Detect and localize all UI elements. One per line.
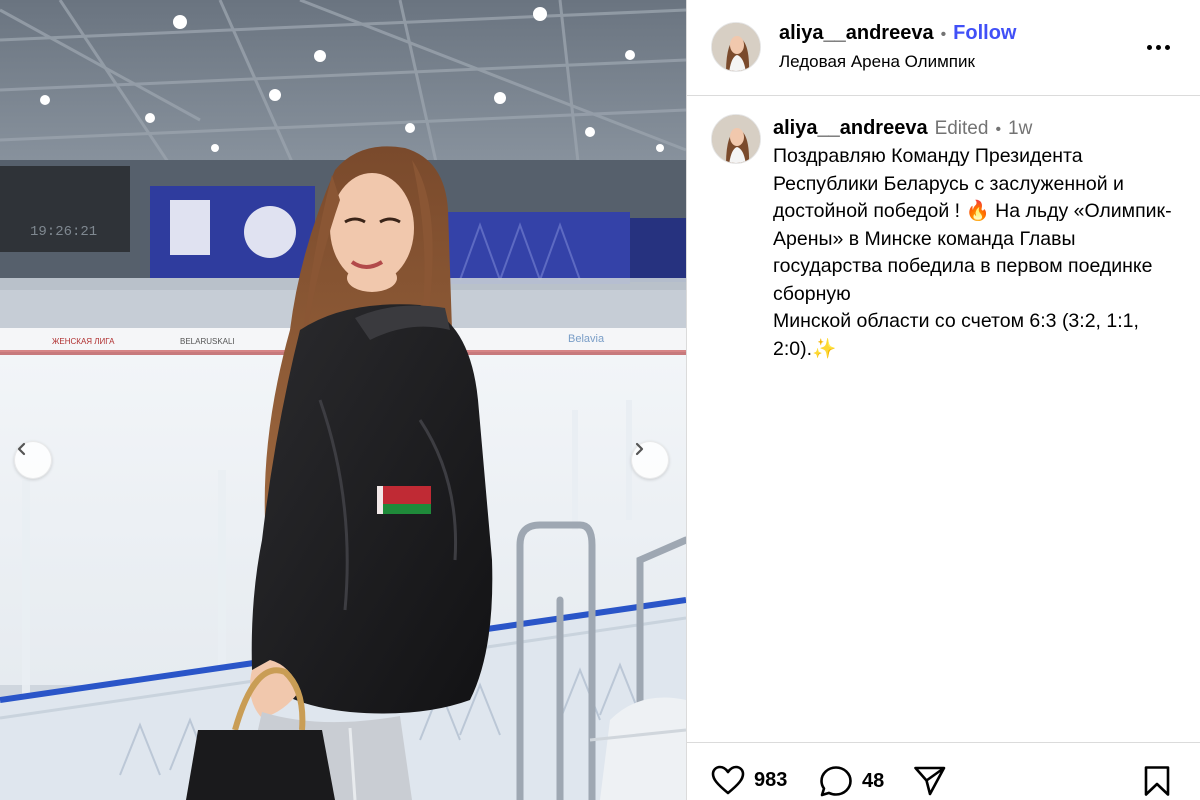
share-icon	[914, 766, 946, 796]
more-dot-icon	[1146, 44, 1152, 50]
caption-text: Поздравляю Команду Президента Республики…	[773, 143, 1183, 363]
like-button[interactable]: 983	[711, 765, 787, 795]
separator-dot: •	[995, 121, 1002, 138]
separator-dot: •	[940, 26, 947, 43]
board-ad-1: ЖЕНСКАЯ ЛИГА	[52, 337, 115, 346]
comment-icon	[820, 766, 852, 797]
caption-username[interactable]: aliya__andreeva	[773, 117, 928, 140]
post-photo: 19:26:21 ЖЕНСКАЯ ЛИГА BELARUSKALI Belavi…	[0, 0, 686, 800]
action-bar: 983 48	[687, 742, 1200, 800]
more-dot-icon	[1164, 44, 1170, 50]
avatar-image	[712, 23, 760, 71]
bookmark-icon	[1144, 766, 1170, 796]
carousel-next-button[interactable]	[631, 441, 669, 479]
board-ad-3: Belavia	[568, 333, 605, 345]
chevron-left-icon	[17, 442, 26, 456]
board-ad-2: BELARUSKALI	[180, 337, 235, 346]
caption-paragraph: Минской области со счетом 6:3 (3:2, 1:1,…	[773, 310, 1139, 360]
more-options-button[interactable]	[1143, 34, 1173, 60]
save-button[interactable]	[1143, 765, 1171, 797]
carousel-prev-button[interactable]	[14, 441, 52, 479]
avatar-image	[712, 115, 760, 163]
caption-paragraph: Поздравляю Команду Президента Республики…	[773, 145, 1172, 305]
more-dot-icon	[1155, 44, 1161, 50]
like-count[interactable]: 983	[754, 769, 787, 792]
caption-avatar[interactable]	[711, 114, 761, 164]
avatar[interactable]	[711, 22, 761, 72]
post-side-panel: aliya__andreeva • Follow Ледовая Арена О…	[687, 0, 1200, 800]
comment-button[interactable]: 48	[819, 765, 884, 797]
author-username[interactable]: aliya__andreeva	[779, 22, 934, 45]
follow-button[interactable]: Follow	[953, 22, 1016, 45]
post-time[interactable]: 1w	[1008, 118, 1032, 140]
comment-count[interactable]: 48	[862, 770, 884, 793]
share-button[interactable]	[913, 765, 947, 797]
post-header: aliya__andreeva • Follow Ледовая Арена О…	[687, 0, 1200, 96]
edited-label: Edited	[934, 118, 989, 139]
chevron-right-icon	[635, 442, 644, 456]
post-location[interactable]: Ледовая Арена Олимпик	[779, 52, 975, 72]
heart-icon	[711, 765, 745, 795]
scoreboard-time: 19:26:21	[30, 224, 97, 240]
post-media[interactable]: 19:26:21 ЖЕНСКАЯ ЛИГА BELARUSKALI Belavi…	[0, 0, 686, 800]
